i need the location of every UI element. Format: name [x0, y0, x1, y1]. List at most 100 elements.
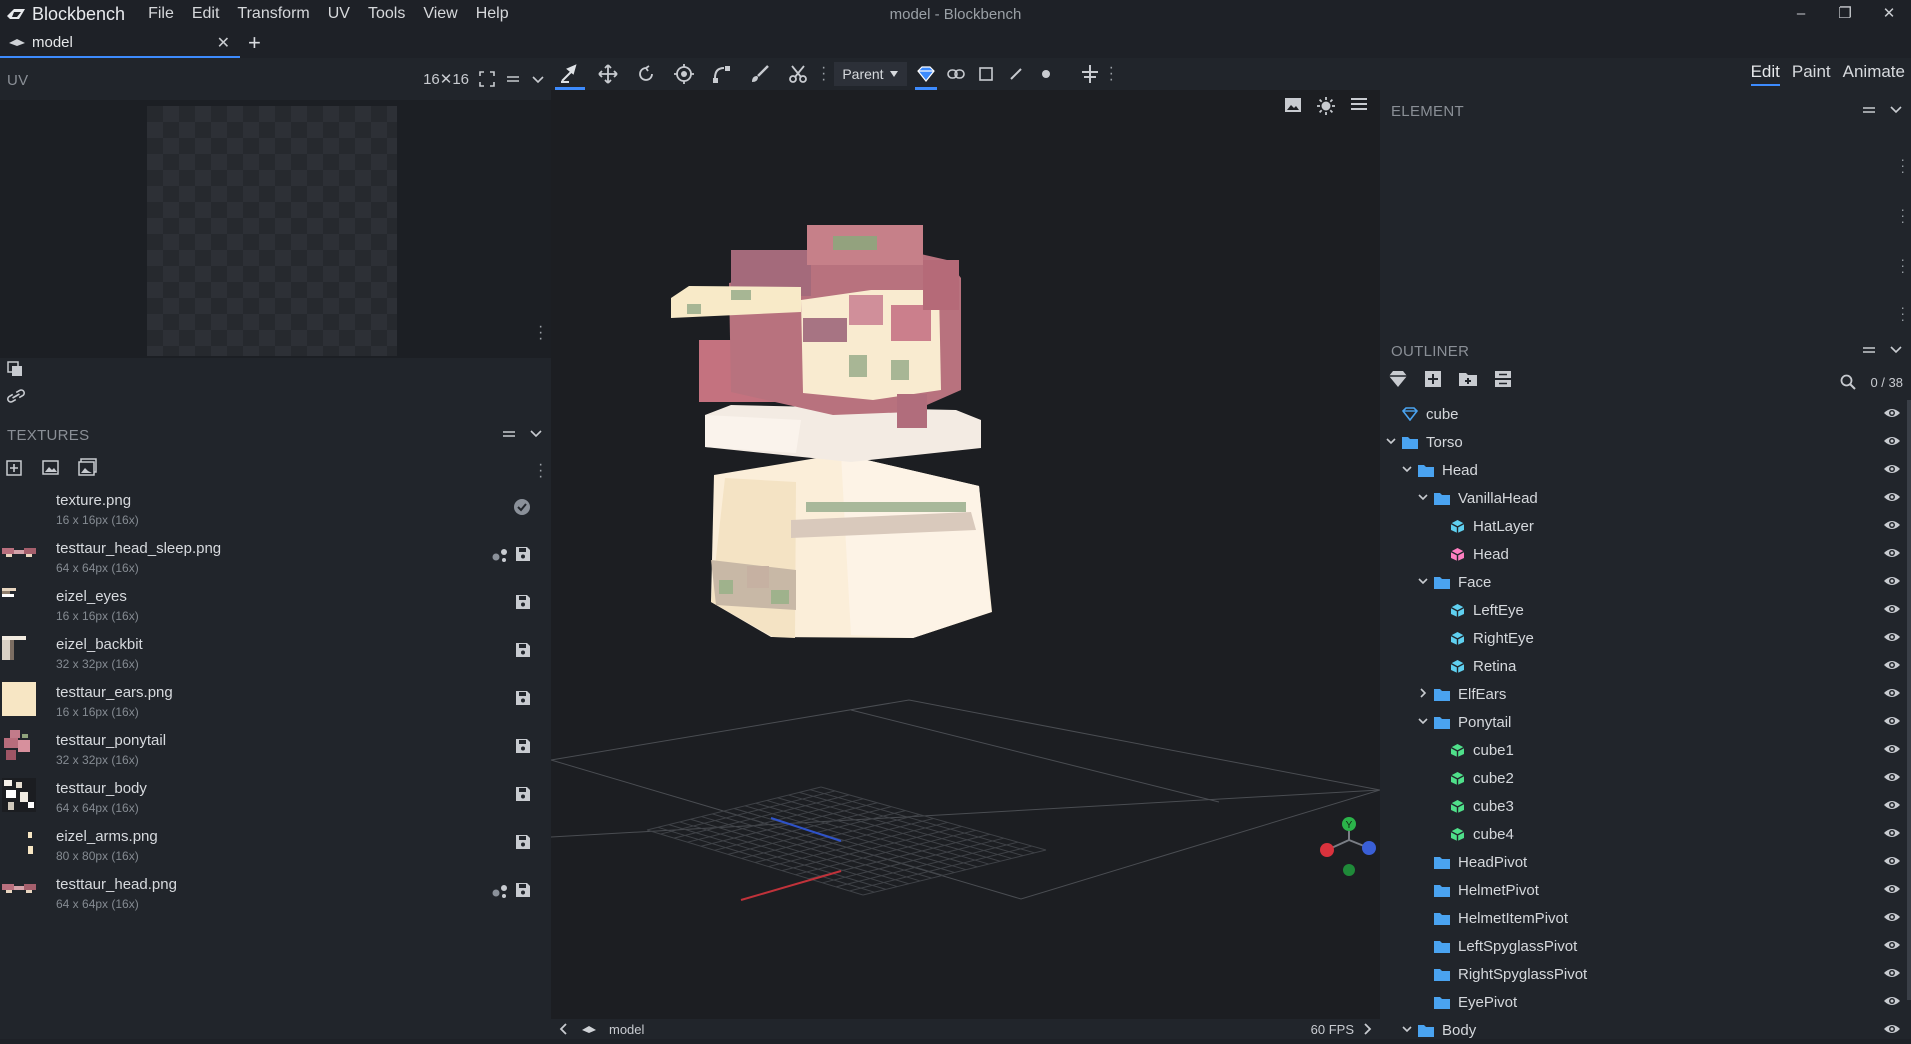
vertex-tool[interactable] — [703, 58, 741, 90]
visibility-eye-icon[interactable] — [1883, 574, 1901, 588]
uv-editor[interactable] — [0, 100, 551, 358]
tab-close-button[interactable]: ✕ — [217, 33, 230, 53]
texture-item[interactable]: testtaur_head.png 64 x 64px (16x) — [0, 870, 551, 918]
gizmo-z[interactable] — [1362, 841, 1376, 855]
outliner-row[interactable]: Head — [1380, 456, 1911, 484]
textures-more-dots[interactable]: · · · — [538, 457, 543, 485]
hamburger-menu-icon[interactable] — [1350, 96, 1368, 112]
add-group-icon[interactable] — [1458, 370, 1478, 388]
visibility-eye-icon[interactable] — [1883, 602, 1901, 616]
share-icon[interactable] — [491, 882, 509, 900]
paint-brush-tool[interactable] — [741, 58, 779, 90]
visibility-eye-icon[interactable] — [1883, 938, 1901, 952]
link-tool[interactable] — [941, 58, 971, 90]
visibility-eye-icon[interactable] — [1883, 770, 1901, 784]
save-icon[interactable] — [515, 594, 531, 610]
add-cube-icon[interactable] — [1424, 370, 1442, 388]
visibility-eye-icon[interactable] — [1883, 462, 1901, 476]
share-icon[interactable] — [491, 546, 509, 564]
image-icon[interactable] — [1284, 96, 1302, 114]
menu-uv[interactable]: UV — [319, 5, 359, 23]
scene-canvas[interactable] — [551, 90, 1380, 1019]
orientation-gizmo[interactable]: Y — [1311, 800, 1380, 880]
expand-chevron-icon[interactable] — [1400, 1023, 1414, 1038]
texture-gallery-icon[interactable] — [78, 458, 98, 476]
texture-item[interactable]: testtaur_ears.png 16 x 16px (16x) — [0, 678, 551, 726]
visibility-eye-icon[interactable] — [1883, 966, 1901, 980]
rotate-tool[interactable] — [627, 58, 665, 90]
element-more-dots-4[interactable]: · · · — [1900, 300, 1905, 326]
check-circle-icon[interactable] — [513, 498, 531, 516]
chevron-down-icon[interactable] — [1889, 342, 1903, 356]
texture-item[interactable]: eizel_arms.png 80 x 80px (16x) — [0, 822, 551, 870]
save-icon[interactable] — [515, 642, 531, 658]
toolbar-more-dots[interactable]: · · · — [821, 60, 826, 88]
visibility-eye-icon[interactable] — [1883, 1022, 1901, 1036]
outliner-row[interactable]: cube1 — [1380, 736, 1911, 764]
outliner-row[interactable]: RightSpyglassPivot — [1380, 960, 1911, 988]
expand-chevron-icon[interactable] — [1416, 491, 1430, 506]
select-mesh-tool[interactable] — [911, 58, 941, 90]
visibility-eye-icon[interactable] — [1883, 546, 1901, 560]
outliner-row[interactable]: cube4 — [1380, 820, 1911, 848]
pivot-mode-select[interactable]: Parent — [834, 62, 907, 86]
collapse-all-icon[interactable] — [1494, 370, 1512, 388]
visibility-eye-icon[interactable] — [1883, 882, 1901, 896]
outliner-row[interactable]: LeftSpyglassPivot — [1380, 932, 1911, 960]
outliner-row[interactable]: LeftEye — [1380, 596, 1911, 624]
visibility-eye-icon[interactable] — [1883, 686, 1901, 700]
texture-item[interactable]: testtaur_head_sleep.png 64 x 64px (16x) — [0, 534, 551, 582]
vertex-snap-tool[interactable] — [551, 58, 589, 90]
save-icon[interactable] — [515, 882, 531, 898]
outliner-row[interactable]: Head — [1380, 540, 1911, 568]
element-more-dots-1[interactable]: · · · — [1900, 152, 1905, 178]
visibility-eye-icon[interactable] — [1883, 714, 1901, 728]
visibility-eye-icon[interactable] — [1883, 490, 1901, 504]
menu-tools[interactable]: Tools — [359, 5, 414, 23]
menu-lines-icon[interactable] — [505, 71, 521, 87]
texture-item[interactable]: eizel_backbit 32 x 32px (16x) — [0, 630, 551, 678]
expand-chevron-icon[interactable] — [1384, 435, 1398, 450]
vertex-mode[interactable] — [1031, 58, 1061, 90]
copy-icon[interactable] — [6, 360, 24, 378]
save-icon[interactable] — [515, 786, 531, 802]
outliner-row[interactable]: VanillaHead — [1380, 484, 1911, 512]
menu-transform[interactable]: Transform — [228, 5, 318, 23]
edge-mode[interactable] — [1001, 58, 1031, 90]
close-window-button[interactable]: ✕ — [1867, 0, 1911, 28]
outliner-row[interactable]: Retina — [1380, 652, 1911, 680]
menu-lines-icon[interactable] — [1861, 342, 1877, 358]
menu-lines-icon[interactable] — [1861, 102, 1877, 118]
menu-file[interactable]: File — [139, 5, 183, 23]
save-icon[interactable] — [515, 690, 531, 706]
create-texture-icon[interactable] — [42, 458, 60, 476]
save-icon[interactable] — [515, 546, 531, 562]
save-icon[interactable] — [515, 738, 531, 754]
texture-item[interactable]: testtaur_ponytail 32 x 32px (16x) — [0, 726, 551, 774]
visibility-eye-icon[interactable] — [1883, 434, 1901, 448]
visibility-eye-icon[interactable] — [1883, 826, 1901, 840]
expand-chevron-icon[interactable] — [1416, 715, 1430, 730]
save-icon[interactable] — [515, 834, 531, 850]
outliner-row[interactable]: Body — [1380, 1016, 1911, 1044]
expand-chevron-icon[interactable] — [1416, 575, 1430, 590]
visibility-eye-icon[interactable] — [1883, 910, 1901, 924]
mode-animate[interactable]: Animate — [1843, 62, 1905, 86]
uv-more-dots[interactable]: · · · — [538, 319, 543, 347]
visibility-eye-icon[interactable] — [1883, 518, 1901, 532]
menu-lines-icon[interactable] — [501, 426, 517, 442]
outliner-row[interactable]: HatLayer — [1380, 512, 1911, 540]
outliner-row[interactable]: RightEye — [1380, 624, 1911, 652]
pivot-tool[interactable] — [665, 58, 703, 90]
element-more-dots-3[interactable]: · · · — [1900, 252, 1905, 278]
gizmo-neg-y[interactable] — [1343, 864, 1355, 876]
add-mesh-icon[interactable] — [1388, 370, 1408, 388]
outliner-row[interactable]: EyePivot — [1380, 988, 1911, 1016]
outliner-row[interactable]: cube3 — [1380, 792, 1911, 820]
chevron-down-icon[interactable] — [1889, 102, 1903, 116]
menu-view[interactable]: View — [414, 5, 466, 23]
3d-viewport[interactable]: Y — [551, 90, 1380, 1019]
texture-item[interactable]: testtaur_body 64 x 64px (16x) — [0, 774, 551, 822]
chevron-right-icon[interactable] — [1360, 1022, 1374, 1036]
menu-edit[interactable]: Edit — [183, 5, 229, 23]
